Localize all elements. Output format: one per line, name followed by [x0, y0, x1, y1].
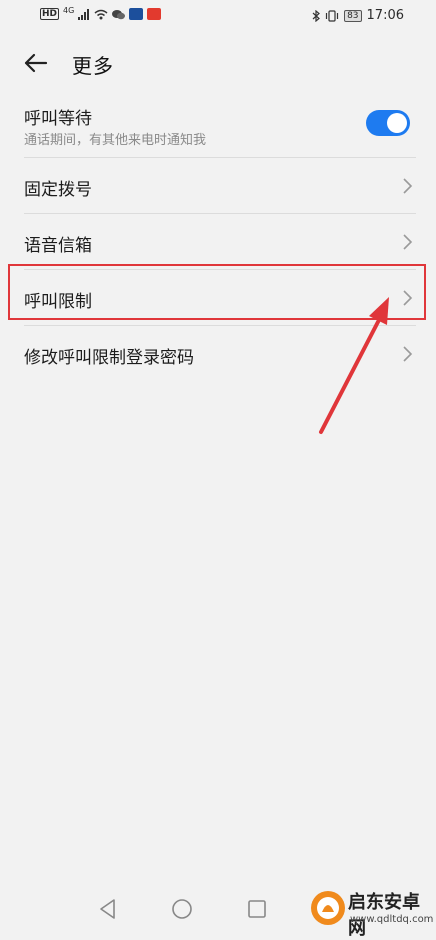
- call-waiting-toggle[interactable]: [366, 110, 410, 136]
- setting-voicemail[interactable]: 语音信箱: [0, 214, 436, 270]
- chevron-right-icon: [403, 346, 413, 362]
- nav-home-icon[interactable]: [168, 895, 196, 923]
- status-left: HD 4G: [40, 5, 162, 20]
- site-watermark: 启东安卓网 www.qdltdq.com: [308, 884, 434, 939]
- page-title: 更多: [72, 54, 114, 78]
- highlight-box: [8, 264, 426, 320]
- wechat-icon: [112, 9, 126, 19]
- hd-badge: HD: [40, 8, 60, 20]
- setting-fixed-dialing[interactable]: 固定拨号: [0, 158, 436, 214]
- status-right: 83 17:06: [312, 8, 404, 23]
- chevron-right-icon: [403, 234, 413, 250]
- news-app-icon: [147, 8, 162, 20]
- app-bar: 更多: [0, 32, 436, 94]
- app-notification-icon: [129, 8, 144, 20]
- vibrate-icon: [325, 9, 339, 22]
- back-button[interactable]: [20, 46, 54, 80]
- nav-recents-icon[interactable]: [243, 895, 271, 923]
- nav-back-icon[interactable]: [94, 895, 122, 923]
- setting-change-barring-password[interactable]: 修改呼叫限制登录密码: [0, 326, 436, 382]
- setting-label: 语音信箱: [24, 236, 92, 256]
- battery-indicator: 83: [344, 9, 362, 22]
- setting-label: 呼叫等待: [24, 109, 92, 129]
- wifi-icon: [94, 9, 108, 19]
- setting-label: 修改呼叫限制登录密码: [24, 348, 194, 368]
- setting-call-waiting[interactable]: 呼叫等待 通话期间，有其他来电时通知我: [0, 94, 436, 158]
- toggle-knob: [387, 113, 407, 133]
- clock: 17:06: [366, 8, 404, 23]
- arrow-left-icon: [24, 53, 48, 73]
- bluetooth-icon: [312, 9, 320, 22]
- watermark-url: www.qdltdq.com: [350, 914, 434, 925]
- watermark-logo-icon: [311, 891, 345, 925]
- setting-label: 固定拨号: [24, 180, 92, 200]
- status-bar: HD 4G 83 17:06: [0, 0, 436, 32]
- chevron-right-icon: [403, 178, 413, 194]
- setting-subtitle: 通话期间，有其他来电时通知我: [24, 133, 207, 148]
- signal-icon: [78, 8, 90, 20]
- network-type: 4G: [63, 5, 75, 15]
